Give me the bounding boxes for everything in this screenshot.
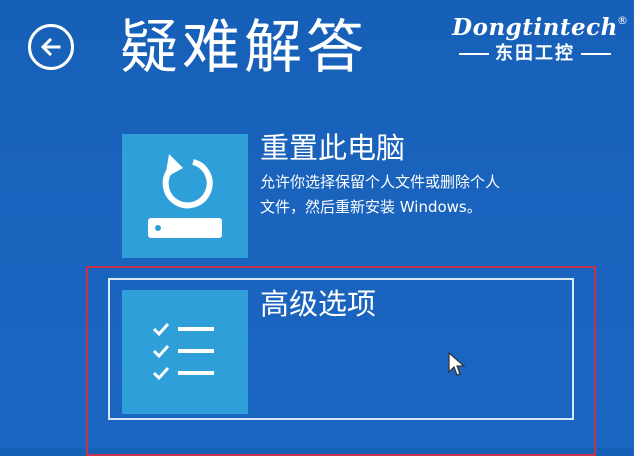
brand-watermark: Dongtintech ® 东田工控 [440, 14, 630, 66]
checklist-icon [152, 322, 214, 381]
arrow-left-icon [40, 37, 61, 57]
reset-pc-tile[interactable] [122, 134, 248, 258]
page-title: 疑难解答 [120, 13, 369, 81]
brand-name: Dongtintech [452, 14, 618, 41]
reset-pc-description-line: 允许你选择保留个人文件或删除个人 [260, 173, 501, 191]
advanced-options-title: 高级选项 [260, 287, 377, 321]
brand-subtitle-row: 东田工控 [440, 42, 630, 66]
mouse-cursor-icon [448, 352, 466, 376]
divider [459, 53, 489, 55]
divider [581, 53, 611, 55]
advanced-options-tile[interactable] [122, 290, 248, 414]
registered-mark: ® [617, 14, 628, 27]
brand-subtitle: 东田工控 [495, 43, 575, 64]
reset-pc-description: 允许你选择保留个人文件或删除个人 文件，然后重新安装 Windows。 [260, 170, 560, 220]
back-button[interactable] [28, 24, 74, 70]
reset-pc-icon [148, 154, 222, 238]
reset-pc-description-line: 文件，然后重新安装 Windows。 [260, 198, 482, 216]
reset-pc-title: 重置此电脑 [260, 131, 406, 165]
